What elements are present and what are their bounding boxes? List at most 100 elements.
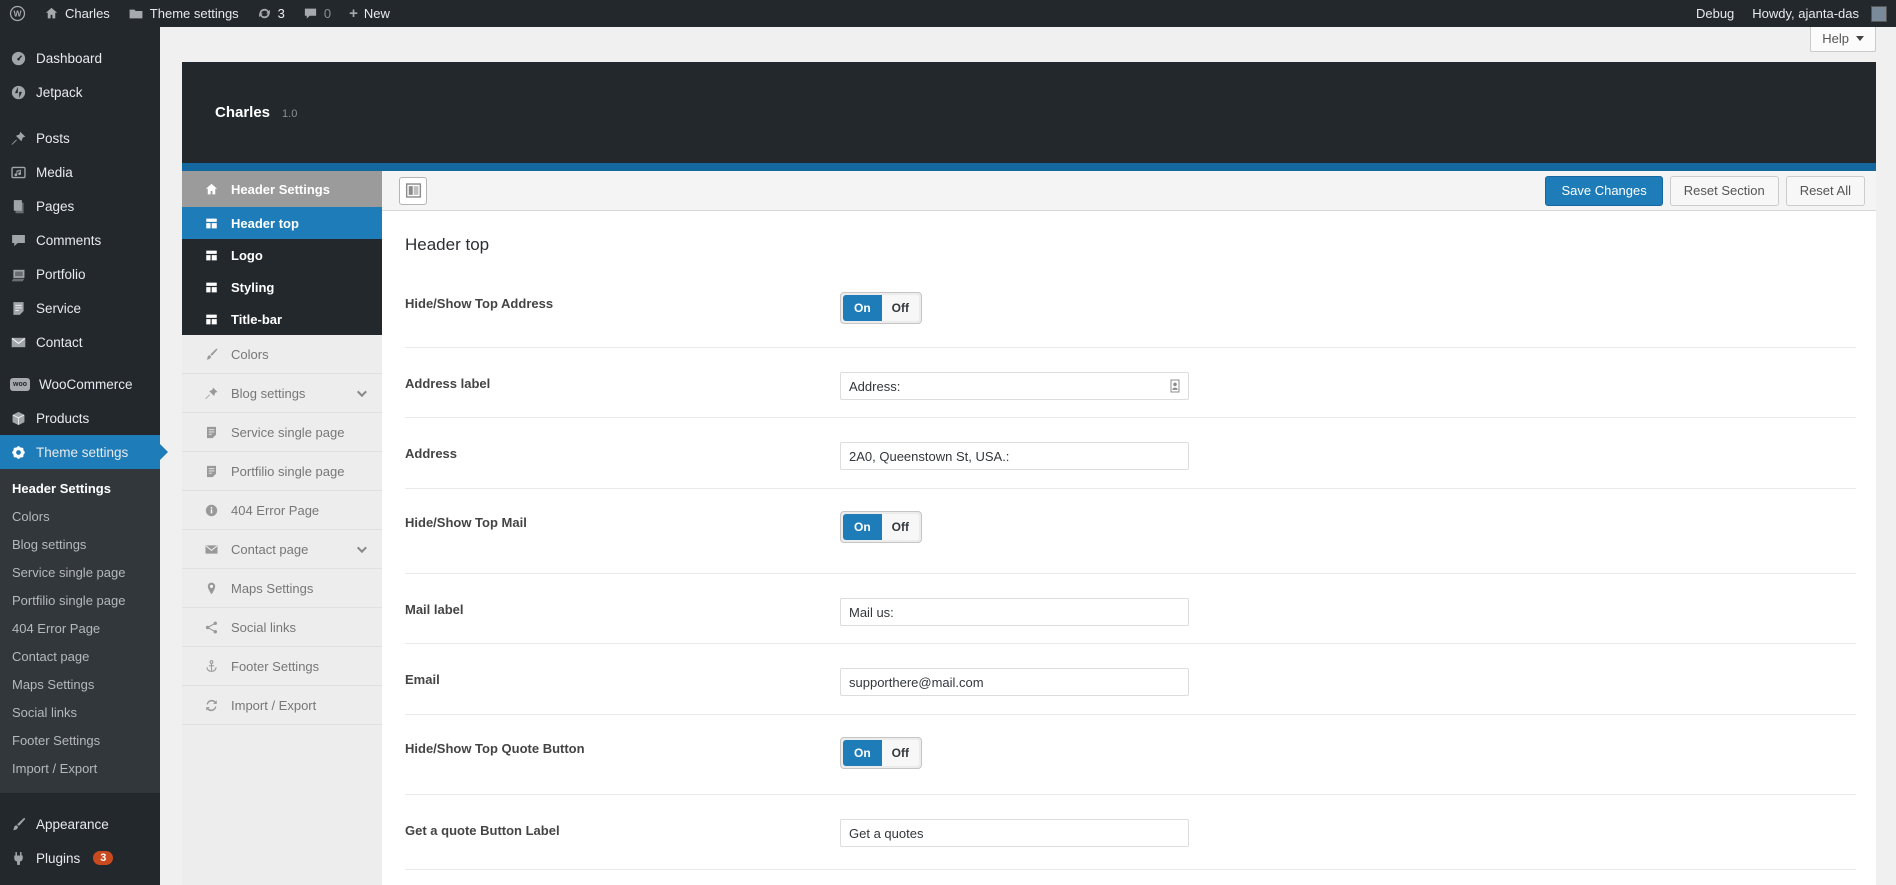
admin-top-bar: Charles Theme settings 3 0 + New Debug H… <box>0 0 1896 27</box>
submenu-colors[interactable]: Colors <box>0 503 160 531</box>
address-label-input[interactable] <box>840 372 1189 400</box>
sidebar-item-pages[interactable]: Pages <box>0 189 160 223</box>
sidebar-item-products[interactable]: Products <box>0 401 160 435</box>
submenu-maps-settings[interactable]: Maps Settings <box>0 671 160 699</box>
home-icon <box>44 6 59 21</box>
nav-item-maps-settings[interactable]: Maps Settings <box>182 569 382 608</box>
sidebar-item-service[interactable]: Service <box>0 291 160 325</box>
email-input[interactable] <box>840 668 1189 696</box>
submenu-header-settings[interactable]: Header Settings <box>0 475 160 503</box>
nav-item-title-bar[interactable]: Title-bar <box>182 303 382 335</box>
submenu-contact-page[interactable]: Contact page <box>0 643 160 671</box>
quote-button-label-input[interactable] <box>840 819 1189 847</box>
expand-options-button[interactable] <box>399 177 427 205</box>
nav-item-colors[interactable]: Colors <box>182 335 382 374</box>
jetpack-icon <box>10 84 27 101</box>
field-row-hide-show-top-address: Hide/Show Top Address On Off <box>382 270 1876 348</box>
save-changes-button[interactable]: Save Changes <box>1545 176 1662 206</box>
nav-item-404-error-page[interactable]: 404 Error Page <box>182 491 382 530</box>
document-icon <box>204 464 219 479</box>
hide-show-top-mail-switch: On Off <box>840 511 922 543</box>
anchor-icon <box>204 659 219 674</box>
admin-bar-theme-settings[interactable]: Theme settings <box>119 0 248 27</box>
sidebar-item-media[interactable]: Media <box>0 155 160 189</box>
document-icon <box>204 425 219 440</box>
submenu-import-export[interactable]: Import / Export <box>0 755 160 783</box>
update-icon <box>257 6 272 21</box>
folder-icon <box>128 6 144 22</box>
field-row-get-a-quote-button-label: Get a quote Button Label <box>382 795 1876 870</box>
grid-icon <box>204 248 219 263</box>
envelope-icon <box>10 334 27 351</box>
nav-item-social-links[interactable]: Social links <box>182 608 382 647</box>
submenu-404-error-page[interactable]: 404 Error Page <box>0 615 160 643</box>
mail-label-input[interactable] <box>840 598 1189 626</box>
nav-item-contact-page[interactable]: Contact page <box>182 530 382 569</box>
switch-off-button[interactable]: Off <box>882 740 919 766</box>
nav-item-header-settings[interactable]: Header Settings <box>182 171 382 207</box>
banner-underline <box>182 163 1876 171</box>
nav-item-import-export[interactable]: Import / Export <box>182 686 382 725</box>
wordpress-logo-menu[interactable] <box>0 0 35 27</box>
nav-item-logo[interactable]: Logo <box>182 239 382 271</box>
account-menu[interactable]: Howdy, ajanta-das <box>1743 0 1896 27</box>
theme-name: Charles <box>215 104 270 121</box>
envelope-icon <box>204 542 219 557</box>
autofill-contact-icon[interactable] <box>1167 377 1183 395</box>
site-name: Charles <box>65 6 110 21</box>
sidebar-item-users[interactable]: Users <box>0 875 160 885</box>
sidebar-item-theme-settings[interactable]: Theme settings <box>0 435 160 469</box>
pin-icon <box>10 130 27 147</box>
nav-item-header-top[interactable]: Header top <box>182 207 382 239</box>
submenu-portfilio-single-page[interactable]: Portfilio single page <box>0 587 160 615</box>
nav-item-service-single-page[interactable]: Service single page <box>182 413 382 452</box>
nav-item-styling[interactable]: Styling <box>182 271 382 303</box>
gear-icon <box>10 444 27 461</box>
hide-show-top-quote-switch: On Off <box>840 737 922 769</box>
help-tab[interactable]: Help <box>1810 27 1876 52</box>
reset-section-button[interactable]: Reset Section <box>1670 176 1779 206</box>
theme-options-panel: Charles 1.0 Header Settings Header top L… <box>182 62 1876 885</box>
updates-link[interactable]: 3 <box>248 0 294 27</box>
reset-all-button[interactable]: Reset All <box>1786 176 1865 206</box>
switch-off-button[interactable]: Off <box>882 514 919 540</box>
sidebar-item-plugins[interactable]: Plugins3 <box>0 841 160 875</box>
submenu-blog-settings[interactable]: Blog settings <box>0 531 160 559</box>
sidebar-item-posts[interactable]: Posts <box>0 121 160 155</box>
field-row-mail-label: Mail label <box>382 574 1876 644</box>
sync-icon <box>204 698 219 713</box>
sidebar-item-comments[interactable]: Comments <box>0 223 160 257</box>
info-icon <box>204 503 219 518</box>
submenu-footer-settings[interactable]: Footer Settings <box>0 727 160 755</box>
comments-link[interactable]: 0 <box>294 0 340 27</box>
switch-on-button[interactable]: On <box>843 295 882 321</box>
sidebar-item-portfolio[interactable]: Portfolio <box>0 257 160 291</box>
map-pin-icon <box>204 581 219 596</box>
new-content-menu[interactable]: + New <box>340 0 399 27</box>
admin-sidebar: Dashboard Jetpack Posts Media Pages Comm… <box>0 27 160 885</box>
sidebar-item-contact[interactable]: Contact <box>0 325 160 359</box>
switch-off-button[interactable]: Off <box>882 295 919 321</box>
nav-filler <box>182 725 382 885</box>
submenu-social-links[interactable]: Social links <box>0 699 160 727</box>
options-toolbar: Save Changes Reset Section Reset All <box>382 171 1876 211</box>
nav-item-portfilio-single-page[interactable]: Portfilio single page <box>182 452 382 491</box>
sidebar-item-woocommerce[interactable]: wooWooCommerce <box>0 367 160 401</box>
sidebar-item-jetpack[interactable]: Jetpack <box>0 75 160 109</box>
switch-on-button[interactable]: On <box>843 740 882 766</box>
hide-show-top-address-switch: On Off <box>840 292 922 324</box>
theme-options-nav: Header Settings Header top Logo Styling … <box>182 171 382 885</box>
submenu-service-single-page[interactable]: Service single page <box>0 559 160 587</box>
plugins-count-badge: 3 <box>93 851 113 865</box>
debug-menu[interactable]: Debug <box>1687 0 1743 27</box>
sidebar-item-dashboard[interactable]: Dashboard <box>0 41 160 75</box>
site-name-link[interactable]: Charles <box>35 0 119 27</box>
switch-on-button[interactable]: On <box>843 514 882 540</box>
nav-item-blog-settings[interactable]: Blog settings <box>182 374 382 413</box>
options-content: Header top Hide/Show Top Address On Off … <box>382 235 1876 870</box>
plus-icon: + <box>349 0 358 27</box>
grid-icon <box>204 312 219 327</box>
sidebar-item-appearance[interactable]: Appearance <box>0 807 160 841</box>
address-input[interactable] <box>840 442 1189 470</box>
nav-item-footer-settings[interactable]: Footer Settings <box>182 647 382 686</box>
